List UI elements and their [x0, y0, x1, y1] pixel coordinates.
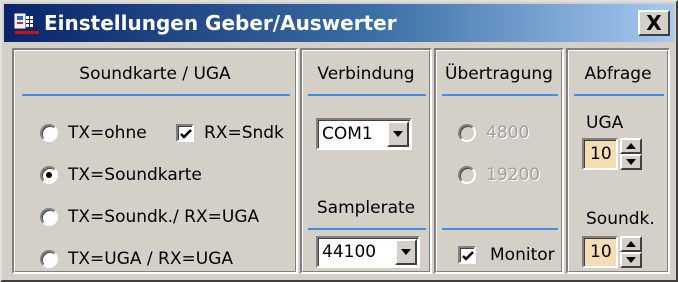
soundk-spin-up[interactable]	[620, 236, 642, 252]
radio-tx-uga-rx-uga-label: TX=UGA / RX=UGA	[68, 249, 234, 269]
rx-sndk-label: RX=Sndk	[204, 123, 284, 143]
radio-tx-soundk-rx-uga[interactable]	[40, 208, 58, 226]
uga-label: UGA	[586, 113, 624, 133]
abfrage-divider	[574, 94, 664, 96]
check-icon	[180, 129, 192, 139]
monitor-label: Monitor	[490, 245, 555, 265]
close-button[interactable]: X	[638, 10, 670, 36]
soundk-label: Soundk.	[586, 209, 655, 229]
verbindung-header: Verbindung	[317, 64, 415, 84]
soundkarte-divider	[22, 94, 290, 96]
arrow-up-icon	[626, 143, 636, 149]
radio-tx-uga-rx-uga[interactable]	[40, 250, 58, 268]
radio-tx-soundkarte[interactable]	[40, 166, 58, 184]
monitor-divider	[442, 228, 558, 230]
radio-4800-label: 4800	[486, 123, 530, 143]
soundk-value: 10	[590, 242, 612, 262]
chevron-down-icon	[401, 249, 411, 255]
port-select[interactable]: COM1	[316, 118, 412, 150]
uga-spin-value[interactable]: 10	[582, 138, 618, 170]
samplerate-header: Samplerate	[316, 198, 416, 218]
radio-tx-soundkarte-label: TX=Soundkarte	[68, 165, 202, 185]
group-soundkarte: Soundkarte / UGA TX=ohne RX=Sndk TX=Soun…	[12, 48, 298, 274]
title-bar[interactable]: Einstellungen Geber/Auswerter X	[4, 4, 674, 42]
samplerate-value: 44100	[322, 242, 377, 262]
radio-19200-label: 19200	[486, 165, 541, 185]
uebertragung-header: Übertragung	[445, 64, 553, 84]
rx-sndk-checkbox[interactable]	[176, 124, 194, 142]
close-icon: X	[646, 11, 662, 35]
group-abfrage: Abfrage UGA 10 Soundk. 10	[566, 48, 670, 274]
port-value: COM1	[322, 124, 373, 144]
uga-spin-up[interactable]	[620, 138, 642, 154]
arrow-down-icon	[626, 159, 636, 165]
group-verbindung: Verbindung COM1 Samplerate 44100	[300, 48, 432, 274]
soundk-spin-down[interactable]	[620, 252, 642, 268]
samplerate-select[interactable]: 44100	[316, 236, 420, 268]
abfrage-header: Abfrage	[584, 64, 652, 84]
monitor-checkbox[interactable]	[458, 246, 476, 264]
radio-4800[interactable]	[458, 124, 476, 142]
soundk-spin-value[interactable]: 10	[582, 236, 618, 268]
check-icon	[462, 251, 474, 261]
samplerate-dropdown-button[interactable]	[395, 239, 417, 265]
arrow-up-icon	[626, 241, 636, 247]
arrow-down-icon	[626, 257, 636, 263]
uga-spin-down[interactable]	[620, 154, 642, 170]
radio-19200[interactable]	[458, 166, 476, 184]
samplerate-divider	[308, 228, 426, 230]
settings-dialog: Einstellungen Geber/Auswerter X Soundkar…	[0, 0, 678, 282]
app-icon	[14, 12, 40, 36]
verbindung-divider	[308, 94, 426, 96]
radio-tx-ohne[interactable]	[40, 124, 58, 142]
chevron-down-icon	[393, 131, 403, 137]
group-uebertragung: Übertragung 4800 19200 Monitor	[434, 48, 564, 274]
radio-tx-soundk-rx-uga-label: TX=Soundk./ RX=UGA	[68, 207, 260, 227]
port-dropdown-button[interactable]	[387, 121, 409, 147]
window-title: Einstellungen Geber/Auswerter	[44, 11, 397, 35]
uebertragung-divider	[442, 94, 558, 96]
uga-value: 10	[590, 144, 612, 164]
soundkarte-header: Soundkarte / UGA	[79, 64, 231, 84]
radio-tx-ohne-label: TX=ohne	[68, 123, 147, 143]
